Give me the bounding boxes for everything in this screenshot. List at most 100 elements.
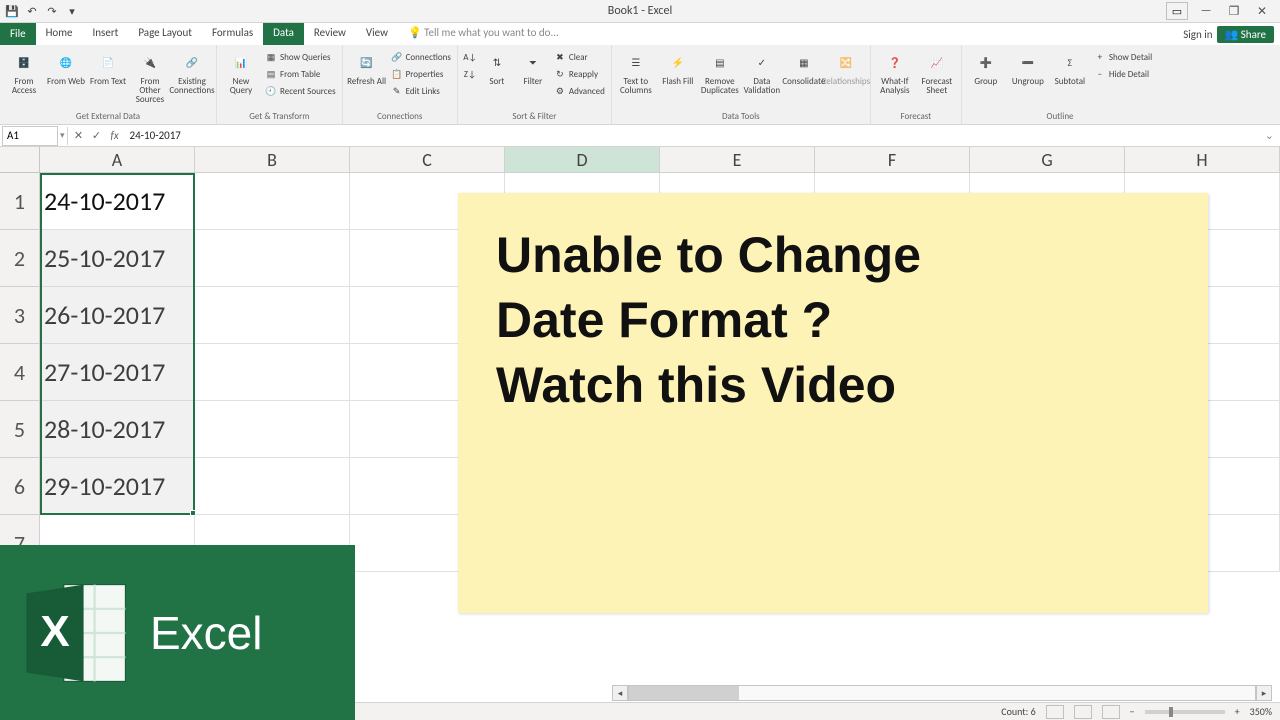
data-validation-button[interactable]: ✓Data Validation: [742, 47, 782, 97]
remove-duplicates-button[interactable]: ▤Remove Duplicates: [700, 47, 740, 97]
tab-home[interactable]: Home: [36, 23, 83, 45]
from-other-sources-button[interactable]: 🔌From Other Sources: [130, 47, 170, 106]
close-button[interactable]: ✕: [1248, 0, 1276, 22]
zoom-out-icon[interactable]: −: [1130, 705, 1135, 718]
col-header-h[interactable]: H: [1125, 147, 1280, 173]
col-header-e[interactable]: E: [660, 147, 815, 173]
refresh-all-button[interactable]: 🔄Refresh All: [347, 47, 387, 88]
advanced-filter-button[interactable]: ⚙Advanced: [552, 83, 607, 100]
minimize-button[interactable]: —: [1192, 0, 1220, 22]
cell-a6[interactable]: 29-10-2017: [40, 458, 195, 515]
row-header[interactable]: 2: [0, 230, 40, 287]
col-header-a[interactable]: A: [40, 147, 195, 173]
tab-insert[interactable]: Insert: [83, 23, 129, 45]
fx-icon[interactable]: fx: [106, 127, 124, 145]
select-all-corner[interactable]: [0, 147, 40, 173]
from-table-button[interactable]: ▤From Table: [263, 66, 338, 83]
zoom-level[interactable]: 350%: [1250, 705, 1272, 718]
sort-az-button[interactable]: A↓: [462, 49, 478, 66]
forecast-sheet-button[interactable]: 📈Forecast Sheet: [917, 47, 957, 97]
row-header[interactable]: 1: [0, 173, 40, 230]
text-to-columns-button[interactable]: ☰Text to Columns: [616, 47, 656, 97]
edit-links-button[interactable]: ✎Edit Links: [389, 83, 453, 100]
tab-formulas[interactable]: Formulas: [202, 23, 263, 45]
tab-page-layout[interactable]: Page Layout: [128, 23, 202, 45]
show-queries-button[interactable]: ▦Show Queries: [263, 49, 338, 66]
tab-view[interactable]: View: [356, 23, 398, 45]
cell-a5[interactable]: 28-10-2017: [40, 401, 195, 458]
cell-a4[interactable]: 27-10-2017: [40, 344, 195, 401]
share-button[interactable]: 👥 Share: [1217, 26, 1274, 43]
group-get-external-data: 🗄️From Access 🌐From Web 📄From Text 🔌From…: [0, 45, 217, 124]
cell[interactable]: [195, 230, 350, 287]
cell[interactable]: [195, 344, 350, 401]
page-layout-view-icon[interactable]: [1074, 705, 1092, 719]
cell[interactable]: [195, 401, 350, 458]
qat-more-icon[interactable]: ▾: [64, 3, 80, 19]
cell[interactable]: [195, 287, 350, 344]
clear-filter-button[interactable]: ✖Clear: [552, 49, 607, 66]
save-icon[interactable]: 💾: [4, 3, 20, 19]
name-box[interactable]: A1: [2, 126, 58, 146]
row-header[interactable]: 5: [0, 401, 40, 458]
recent-sources-button[interactable]: 🕘Recent Sources: [263, 83, 338, 100]
cell-a1[interactable]: 24-10-2017: [40, 173, 195, 230]
consolidate-button[interactable]: ▦Consolidate: [784, 47, 824, 88]
scroll-thumb[interactable]: [629, 686, 739, 700]
col-header-c[interactable]: C: [350, 147, 505, 173]
tab-review[interactable]: Review: [304, 23, 356, 45]
enter-icon[interactable]: ✓: [88, 127, 106, 145]
tell-me-search[interactable]: 💡 Tell me what you want to do...: [398, 23, 569, 45]
what-if-analysis-button[interactable]: ❓What-If Analysis: [875, 47, 915, 97]
col-header-g[interactable]: G: [970, 147, 1125, 173]
undo-icon[interactable]: ↶: [24, 3, 40, 19]
group-label: Get External Data: [4, 111, 212, 124]
cell-a2[interactable]: 25-10-2017: [40, 230, 195, 287]
svg-text:X: X: [40, 607, 69, 656]
cancel-icon[interactable]: ✕: [70, 127, 88, 145]
cell[interactable]: [195, 173, 350, 230]
new-query-button[interactable]: 📊New Query: [221, 47, 261, 97]
show-detail-button[interactable]: +Show Detail: [1092, 49, 1154, 66]
sort-za-button[interactable]: Z↓: [462, 66, 478, 83]
expand-formula-bar-icon[interactable]: ⌄: [1259, 129, 1280, 142]
cell[interactable]: [195, 458, 350, 515]
scroll-track[interactable]: [628, 685, 1256, 701]
filter-button[interactable]: ⏷Filter: [516, 47, 550, 88]
scroll-left-icon[interactable]: ◂: [612, 685, 628, 701]
col-header-f[interactable]: F: [815, 147, 970, 173]
cell-a3[interactable]: 26-10-2017: [40, 287, 195, 344]
row-header[interactable]: 6: [0, 458, 40, 515]
horizontal-scrollbar[interactable]: ◂ ▸: [612, 684, 1272, 702]
redo-icon[interactable]: ↷: [44, 3, 60, 19]
ribbon-display-options-icon[interactable]: ▭: [1166, 2, 1188, 20]
properties-button[interactable]: 📋Properties: [389, 66, 453, 83]
group-button[interactable]: ➕Group: [966, 47, 1006, 88]
zoom-slider[interactable]: [1145, 710, 1225, 714]
from-access-button[interactable]: 🗄️From Access: [4, 47, 44, 97]
tab-data[interactable]: Data: [263, 23, 304, 45]
existing-connections-button[interactable]: 🔗Existing Connections: [172, 47, 212, 97]
reapply-filter-button[interactable]: ↻Reapply: [552, 66, 607, 83]
tab-file[interactable]: File: [0, 23, 36, 45]
zoom-in-icon[interactable]: +: [1235, 705, 1240, 718]
sort-button[interactable]: ⇅Sort: [480, 47, 514, 88]
relationships-button[interactable]: 🔀Relationships: [826, 47, 866, 88]
flash-fill-button[interactable]: ⚡Flash Fill: [658, 47, 698, 88]
row-header[interactable]: 4: [0, 344, 40, 401]
restore-button[interactable]: ❐: [1220, 0, 1248, 22]
hide-detail-button[interactable]: −Hide Detail: [1092, 66, 1154, 83]
ungroup-button[interactable]: ➖Ungroup: [1008, 47, 1048, 88]
from-web-button[interactable]: 🌐From Web: [46, 47, 86, 88]
subtotal-button[interactable]: ΣSubtotal: [1050, 47, 1090, 88]
page-break-view-icon[interactable]: [1102, 705, 1120, 719]
col-header-d[interactable]: D: [505, 147, 660, 173]
col-header-b[interactable]: B: [195, 147, 350, 173]
normal-view-icon[interactable]: [1046, 705, 1064, 719]
from-text-button[interactable]: 📄From Text: [88, 47, 128, 88]
scroll-right-icon[interactable]: ▸: [1256, 685, 1272, 701]
connections-button[interactable]: 🔗Connections: [389, 49, 453, 66]
formula-input[interactable]: 24-10-2017: [124, 129, 1259, 142]
row-header[interactable]: 3: [0, 287, 40, 344]
sign-in-link[interactable]: Sign in: [1183, 28, 1212, 41]
